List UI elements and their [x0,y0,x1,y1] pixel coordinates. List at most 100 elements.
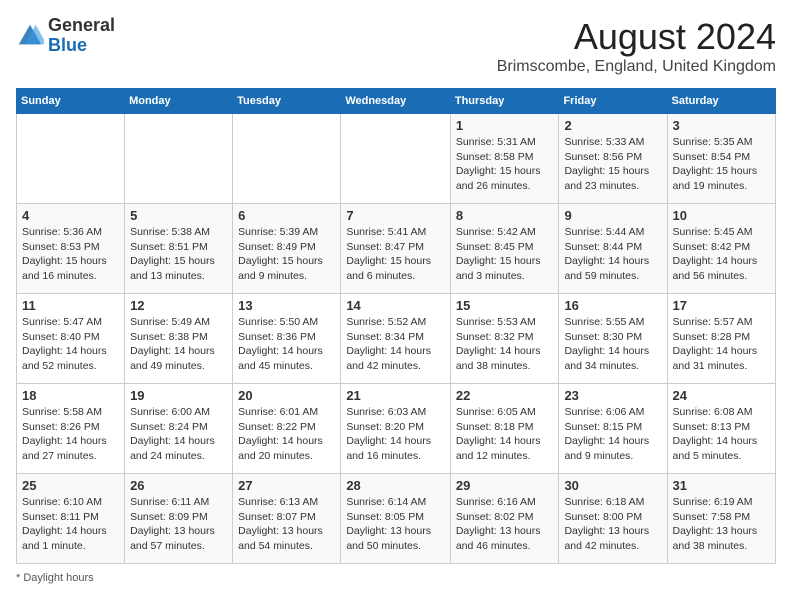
cell-info: Sunrise: 5:44 AMSunset: 8:44 PMDaylight:… [564,225,661,284]
calendar-cell: 26 Sunrise: 6:11 AMSunset: 8:09 PMDayligh… [125,474,233,564]
date-number: 16 [564,298,661,313]
calendar-cell [125,114,233,204]
date-number: 6 [238,208,335,223]
week-row-2: 4Sunrise: 5:36 AMSunset: 8:53 PMDaylight… [17,204,776,294]
calendar-cell: 31 Sunrise: 6:19 AMSunset: 7:58 PMDayligh… [667,474,775,564]
logo-icon [16,22,44,50]
calendar-cell: 8 Sunrise: 5:42 AMSunset: 8:45 PMDaylight… [450,204,559,294]
cell-info: Sunrise: 6:11 AMSunset: 8:09 PMDaylight:… [130,495,227,554]
cell-info: Sunrise: 6:08 AMSunset: 8:13 PMDaylight:… [673,405,770,464]
logo-text: General Blue [48,16,115,56]
date-number: 9 [564,208,661,223]
week-row-5: 25Sunrise: 6:10 AMSunset: 8:11 PMDayligh… [17,474,776,564]
cell-info: Sunrise: 5:53 AMSunset: 8:32 PMDaylight:… [456,315,554,374]
cell-info: Sunrise: 6:05 AMSunset: 8:18 PMDaylight:… [456,405,554,464]
date-number: 29 [456,478,554,493]
calendar-cell: 16 Sunrise: 5:55 AMSunset: 8:30 PMDayligh… [559,294,667,384]
cell-info: Sunrise: 5:47 AMSunset: 8:40 PMDaylight:… [22,315,119,374]
cell-info: Sunrise: 5:39 AMSunset: 8:49 PMDaylight:… [238,225,335,284]
calendar-cell: 15 Sunrise: 5:53 AMSunset: 8:32 PMDayligh… [450,294,559,384]
cell-info: Sunrise: 5:55 AMSunset: 8:30 PMDaylight:… [564,315,661,374]
column-header-friday: Friday [559,89,667,114]
calendar-cell: 6 Sunrise: 5:39 AMSunset: 8:49 PMDaylight… [233,204,341,294]
date-number: 24 [673,388,770,403]
cell-info: Sunrise: 5:50 AMSunset: 8:36 PMDaylight:… [238,315,335,374]
calendar-cell: 27 Sunrise: 6:13 AMSunset: 8:07 PMDayligh… [233,474,341,564]
cell-info: Sunrise: 5:33 AMSunset: 8:56 PMDaylight:… [564,135,661,194]
date-number: 22 [456,388,554,403]
date-number: 12 [130,298,227,313]
title-block: August 2024 Brimscombe, England, United … [497,16,776,76]
calendar-cell: 17Sunrise: 5:57 AMSunset: 8:28 PMDayligh… [667,294,775,384]
date-number: 4 [22,208,119,223]
cell-info: Sunrise: 6:00 AMSunset: 8:24 PMDaylight:… [130,405,227,464]
date-number: 8 [456,208,554,223]
logo-blue: Blue [48,35,87,55]
header: General Blue August 2024 Brimscombe, Eng… [16,16,776,76]
cell-info: Sunrise: 6:18 AMSunset: 8:00 PMDaylight:… [564,495,661,554]
calendar-cell [233,114,341,204]
cell-info: Sunrise: 5:49 AMSunset: 8:38 PMDaylight:… [130,315,227,374]
date-number: 31 [673,478,770,493]
date-number: 17 [673,298,770,313]
date-number: 5 [130,208,227,223]
date-number: 27 [238,478,335,493]
date-number: 3 [673,118,770,133]
calendar-cell: 14Sunrise: 5:52 AMSunset: 8:34 PMDayligh… [341,294,451,384]
calendar-cell: 20Sunrise: 6:01 AMSunset: 8:22 PMDayligh… [233,384,341,474]
cell-info: Sunrise: 5:31 AMSunset: 8:58 PMDaylight:… [456,135,554,194]
date-number: 14 [346,298,445,313]
calendar-cell: 1 Sunrise: 5:31 AMSunset: 8:58 PMDaylight… [450,114,559,204]
calendar-cell [17,114,125,204]
cell-info: Sunrise: 6:06 AMSunset: 8:15 PMDaylight:… [564,405,661,464]
cell-info: Sunrise: 6:14 AMSunset: 8:05 PMDaylight:… [346,495,445,554]
cell-info: Sunrise: 6:16 AMSunset: 8:02 PMDaylight:… [456,495,554,554]
calendar-cell: 21 Sunrise: 6:03 AMSunset: 8:20 PMDayligh… [341,384,451,474]
calendar-cell: 4Sunrise: 5:36 AMSunset: 8:53 PMDaylight… [17,204,125,294]
main-title: August 2024 [497,16,776,58]
date-number: 7 [346,208,445,223]
cell-info: Sunrise: 6:10 AMSunset: 8:11 PMDaylight:… [22,495,119,554]
date-number: 18 [22,388,119,403]
calendar-cell: 12 Sunrise: 5:49 AMSunset: 8:38 PMDayligh… [125,294,233,384]
column-header-monday: Monday [125,89,233,114]
column-header-wednesday: Wednesday [341,89,451,114]
date-number: 10 [673,208,770,223]
calendar-cell: 19 Sunrise: 6:00 AMSunset: 8:24 PMDayligh… [125,384,233,474]
week-row-4: 18 Sunrise: 5:58 AMSunset: 8:26 PMDayligh… [17,384,776,474]
calendar-cell: 29 Sunrise: 6:16 AMSunset: 8:02 PMDayligh… [450,474,559,564]
footer-text: Daylight hours [23,572,93,584]
date-number: 13 [238,298,335,313]
column-header-thursday: Thursday [450,89,559,114]
column-header-tuesday: Tuesday [233,89,341,114]
calendar-cell: 22 Sunrise: 6:05 AMSunset: 8:18 PMDayligh… [450,384,559,474]
footer-note: * Daylight hours [16,572,776,584]
calendar-cell: 11Sunrise: 5:47 AMSunset: 8:40 PMDayligh… [17,294,125,384]
calendar-cell: 18 Sunrise: 5:58 AMSunset: 8:26 PMDayligh… [17,384,125,474]
logo-general: General [48,15,115,35]
date-number: 28 [346,478,445,493]
cell-info: Sunrise: 5:58 AMSunset: 8:26 PMDaylight:… [22,405,119,464]
calendar-cell: 10 Sunrise: 5:45 AMSunset: 8:42 PMDayligh… [667,204,775,294]
logo: General Blue [16,16,115,56]
week-row-1: 1 Sunrise: 5:31 AMSunset: 8:58 PMDaylight… [17,114,776,204]
cell-info: Sunrise: 5:41 AMSunset: 8:47 PMDaylight:… [346,225,445,284]
date-number: 1 [456,118,554,133]
cell-info: Sunrise: 5:42 AMSunset: 8:45 PMDaylight:… [456,225,554,284]
cell-info: Sunrise: 5:45 AMSunset: 8:42 PMDaylight:… [673,225,770,284]
subtitle: Brimscombe, England, United Kingdom [497,58,776,76]
date-number: 21 [346,388,445,403]
cell-info: Sunrise: 5:38 AMSunset: 8:51 PMDaylight:… [130,225,227,284]
date-number: 23 [564,388,661,403]
date-number: 26 [130,478,227,493]
calendar-table: SundayMondayTuesdayWednesdayThursdayFrid… [16,88,776,564]
date-number: 15 [456,298,554,313]
cell-info: Sunrise: 6:19 AMSunset: 7:58 PMDaylight:… [673,495,770,554]
column-header-saturday: Saturday [667,89,775,114]
cell-info: Sunrise: 6:03 AMSunset: 8:20 PMDaylight:… [346,405,445,464]
date-number: 19 [130,388,227,403]
calendar-cell: 13 Sunrise: 5:50 AMSunset: 8:36 PMDayligh… [233,294,341,384]
calendar-cell: 2Sunrise: 5:33 AMSunset: 8:56 PMDaylight… [559,114,667,204]
cell-info: Sunrise: 6:13 AMSunset: 8:07 PMDaylight:… [238,495,335,554]
cell-info: Sunrise: 5:35 AMSunset: 8:54 PMDaylight:… [673,135,770,194]
